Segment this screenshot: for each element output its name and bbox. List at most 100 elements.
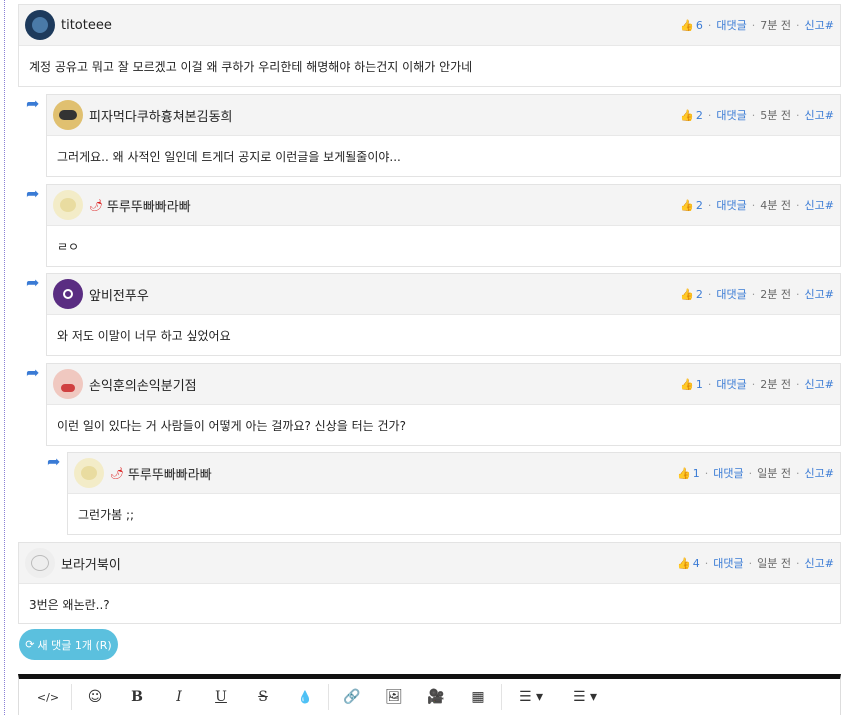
like-button[interactable]: 👍 4 bbox=[677, 557, 700, 570]
comment-header: 보라거북이 👍 4 · 대댓글 · 일분 전 · 신고 # bbox=[19, 543, 840, 584]
avatar[interactable] bbox=[53, 279, 83, 309]
reply-arrow-icon: ➦ bbox=[26, 184, 40, 203]
like-button[interactable]: 👍 2 bbox=[680, 199, 703, 212]
comment-meta: 👍 1 · 대댓글 · 2분 전 · 신고 # bbox=[680, 376, 834, 392]
comment-time: 일분 전 bbox=[757, 557, 792, 570]
pepper-icon: 🌶 bbox=[89, 198, 103, 212]
reply-arrow-icon: ➦ bbox=[47, 452, 61, 471]
reply-link[interactable]: 대댓글 bbox=[716, 17, 746, 33]
like-button[interactable]: 👍 2 bbox=[680, 288, 703, 301]
comment: 피자먹다쿠하흉쳐본김동희 👍 2 · 대댓글 · 5분 전 · 신고 # 그러게요… bbox=[46, 94, 841, 177]
underline-icon[interactable]: U bbox=[200, 689, 242, 705]
permalink[interactable]: # bbox=[825, 288, 834, 301]
image-icon[interactable]: 🖼 bbox=[373, 689, 415, 705]
reply-link[interactable]: 대댓글 bbox=[716, 107, 746, 123]
permalink[interactable]: # bbox=[825, 467, 834, 480]
comment-header: 🌶 뚜루뚜빠빠라빠 👍 1 · 대댓글 · 일분 전 · 신고 # bbox=[68, 453, 840, 494]
avatar[interactable] bbox=[53, 190, 83, 220]
like-button[interactable]: 👍 2 bbox=[680, 109, 703, 122]
like-button[interactable]: 👍 1 bbox=[677, 467, 700, 480]
video-icon[interactable]: 🎥 bbox=[415, 689, 457, 705]
report-link[interactable]: 신고 bbox=[805, 286, 825, 302]
like-button[interactable]: 👍 1 bbox=[680, 378, 703, 391]
permalink[interactable]: # bbox=[825, 19, 834, 32]
comment: 손익훈의손익분기점 👍 1 · 대댓글 · 2분 전 · 신고 # 이런 일이 있… bbox=[46, 363, 841, 446]
strikethrough-icon[interactable]: S bbox=[242, 689, 284, 705]
reply-link[interactable]: 대댓글 bbox=[713, 555, 743, 571]
thumbs-up-icon: 👍 bbox=[680, 108, 694, 122]
comment: titoteee 👍 6 · 대댓글 · 7분 전 · 신고 # 계정 공유고 뭐… bbox=[18, 4, 841, 87]
table-icon[interactable]: ▦ bbox=[457, 689, 499, 705]
comment-text: 계정 공유고 뭐고 잘 모르겠고 이걸 왜 쿠하가 우리한테 해명해야 하는건지… bbox=[29, 60, 473, 74]
comment: 앞비전푸우 👍 2 · 대댓글 · 2분 전 · 신고 # 와 저도 이말이 너무… bbox=[46, 273, 841, 356]
comment-author[interactable]: 피자먹다쿠하흉쳐본김동희 bbox=[89, 106, 233, 125]
reply-link[interactable]: 대댓글 bbox=[716, 376, 746, 392]
permalink[interactable]: # bbox=[825, 109, 834, 122]
like-count: 1 bbox=[695, 377, 703, 391]
comment-header: 손익훈의손익분기점 👍 1 · 대댓글 · 2분 전 · 신고 # bbox=[47, 364, 840, 405]
reply-arrow-icon: ➦ bbox=[26, 94, 40, 113]
report-link[interactable]: 신고 bbox=[805, 197, 825, 213]
comment-time: 일분 전 bbox=[757, 467, 792, 480]
comment-time: 4분 전 bbox=[760, 199, 792, 212]
new-comments-label: 새 댓글 1개 (R) bbox=[37, 638, 112, 652]
permalink[interactable]: # bbox=[825, 557, 834, 570]
comment-text: 와 저도 이말이 너무 하고 싶었어요 bbox=[57, 329, 231, 343]
reply-link[interactable]: 대댓글 bbox=[716, 286, 746, 302]
reply-link[interactable]: 대댓글 bbox=[716, 197, 746, 213]
refresh-icon: ⟳ bbox=[25, 638, 35, 651]
link-icon[interactable]: 🔗 bbox=[331, 689, 373, 705]
avatar[interactable] bbox=[25, 548, 55, 578]
thumbs-up-icon: 👍 bbox=[677, 466, 691, 480]
emoji-icon[interactable]: ☺ bbox=[74, 689, 116, 705]
report-link[interactable]: 신고 bbox=[805, 465, 825, 481]
left-guide-line bbox=[4, 0, 5, 715]
comment-text: 그러게요.. 왜 사적인 일인데 트게더 공지로 이런글을 보게될줄이야... bbox=[57, 150, 401, 164]
report-link[interactable]: 신고 bbox=[805, 376, 825, 392]
comment-text: 그런가봄 ;; bbox=[78, 508, 135, 522]
reply-arrow-icon: ➦ bbox=[26, 273, 40, 292]
comment-author[interactable]: 보라거북이 bbox=[61, 554, 121, 573]
italic-icon[interactable]: I bbox=[158, 689, 200, 705]
avatar[interactable] bbox=[25, 10, 55, 40]
comment-header: 🌶 뚜루뚜빠빠라빠 👍 2 · 대댓글 · 4분 전 · 신고 # bbox=[47, 185, 840, 226]
bold-icon[interactable]: B bbox=[116, 689, 158, 705]
comment-meta: 👍 2 · 대댓글 · 5분 전 · 신고 # bbox=[680, 107, 834, 123]
like-count: 1 bbox=[692, 466, 700, 480]
comment: 🌶 뚜루뚜빠빠라빠 👍 1 · 대댓글 · 일분 전 · 신고 # 그런가봄 ;; bbox=[67, 452, 841, 535]
comment-meta: 👍 6 · 대댓글 · 7분 전 · 신고 # bbox=[680, 17, 834, 33]
comment-author[interactable]: 손익훈의손익분기점 bbox=[89, 375, 197, 394]
comment-header: 피자먹다쿠하흉쳐본김동희 👍 2 · 대댓글 · 5분 전 · 신고 # bbox=[47, 95, 840, 136]
editor-toolbar: </> ☺ B I U S 💧 🔗 🖼 🎥 ▦ ☰ ▾ ☰ ▾ bbox=[18, 674, 841, 715]
thumbs-up-icon: 👍 bbox=[680, 18, 694, 32]
pepper-icon: 🌶 bbox=[110, 466, 124, 480]
thumbs-up-icon: 👍 bbox=[680, 198, 694, 212]
new-comments-button[interactable]: ⟳ 새 댓글 1개 (R) bbox=[19, 629, 118, 660]
reply-arrow-icon: ➦ bbox=[26, 363, 40, 382]
comment-author[interactable]: titoteee bbox=[61, 18, 112, 33]
avatar[interactable] bbox=[74, 458, 104, 488]
unordered-list-icon[interactable]: ☰ ▾ bbox=[558, 689, 612, 705]
comment-author[interactable]: 뚜루뚜빠빠라빠 bbox=[128, 464, 212, 483]
report-link[interactable]: 신고 bbox=[805, 555, 825, 571]
comment-meta: 👍 1 · 대댓글 · 일분 전 · 신고 # bbox=[677, 465, 834, 481]
avatar[interactable] bbox=[53, 369, 83, 399]
comment-time: 2분 전 bbox=[760, 288, 792, 301]
color-icon[interactable]: 💧 bbox=[284, 690, 326, 704]
report-link[interactable]: 신고 bbox=[805, 17, 825, 33]
comment-author[interactable]: 뚜루뚜빠빠라빠 bbox=[107, 196, 191, 215]
comment-meta: 👍 4 · 대댓글 · 일분 전 · 신고 # bbox=[677, 555, 834, 571]
avatar[interactable] bbox=[53, 100, 83, 130]
like-button[interactable]: 👍 6 bbox=[680, 19, 703, 32]
thumbs-up-icon: 👍 bbox=[680, 287, 694, 301]
comment-time: 5분 전 bbox=[760, 109, 792, 122]
report-link[interactable]: 신고 bbox=[805, 107, 825, 123]
code-icon[interactable]: </> bbox=[27, 691, 69, 704]
comment-header: titoteee 👍 6 · 대댓글 · 7분 전 · 신고 # bbox=[19, 5, 840, 46]
ordered-list-icon[interactable]: ☰ ▾ bbox=[504, 689, 558, 705]
reply-link[interactable]: 대댓글 bbox=[713, 465, 743, 481]
comment-header: 앞비전푸우 👍 2 · 대댓글 · 2분 전 · 신고 # bbox=[47, 274, 840, 315]
comment-author[interactable]: 앞비전푸우 bbox=[89, 285, 149, 304]
permalink[interactable]: # bbox=[825, 378, 834, 391]
permalink[interactable]: # bbox=[825, 199, 834, 212]
